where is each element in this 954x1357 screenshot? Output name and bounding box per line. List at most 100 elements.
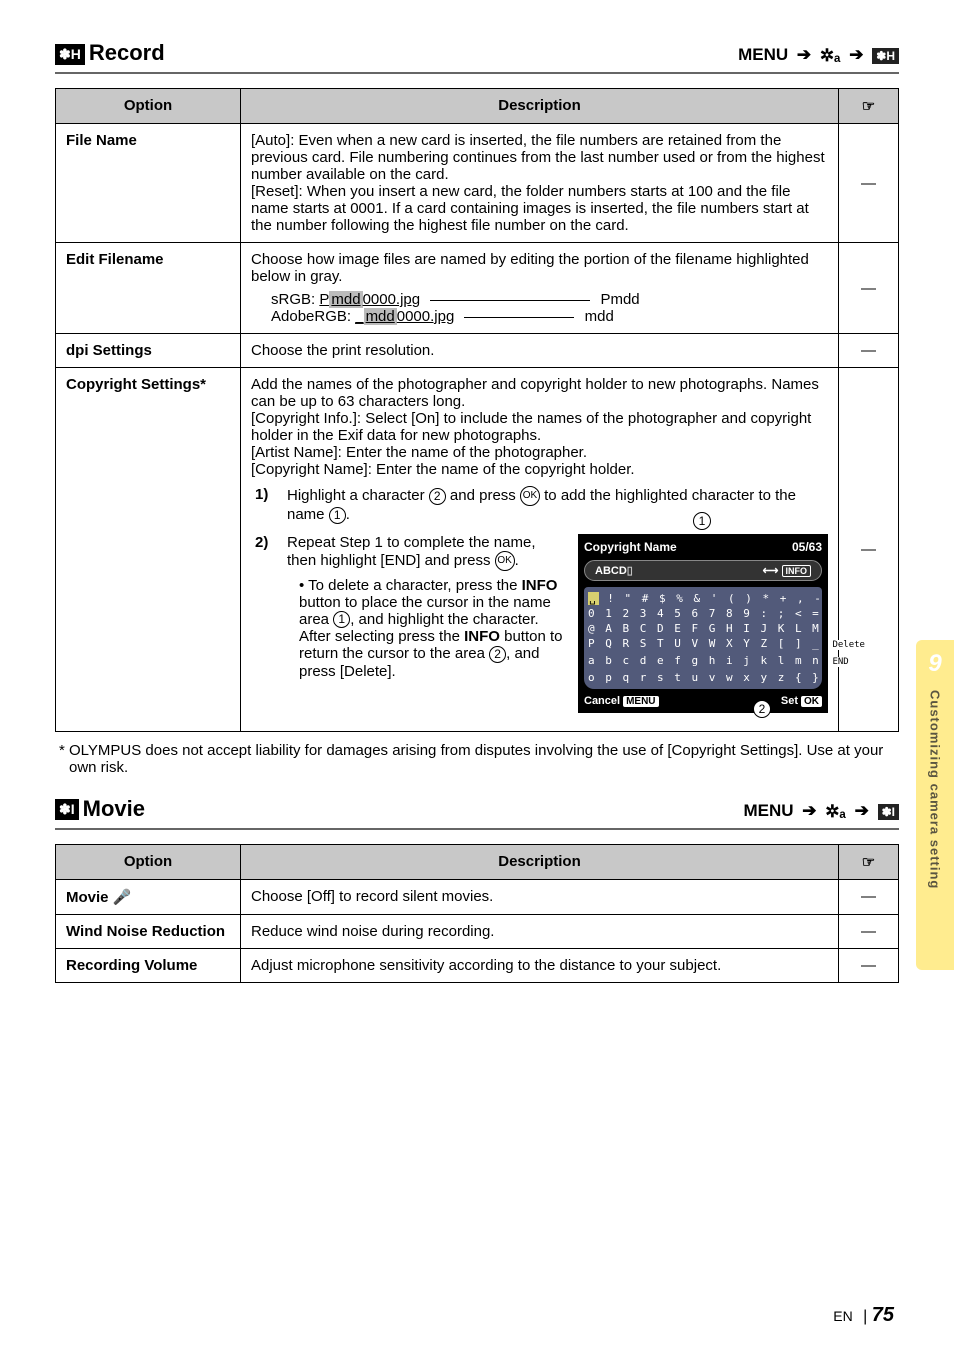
description-cell: Add the names of the photographer and co… [241, 368, 839, 732]
header-option: Option [56, 844, 241, 879]
divider [55, 72, 899, 74]
header-option: Option [56, 89, 241, 124]
header-ref: ☞ [839, 844, 899, 879]
connector [430, 300, 590, 301]
footnote: * OLYMPUS does not accept liability for … [59, 742, 899, 776]
callout-2: 2 [753, 700, 771, 718]
gear-icon: ✲ₐ [825, 802, 846, 822]
description-cell: [Auto]: Even when a new card is inserted… [241, 124, 839, 243]
srgb-prefix: P [319, 291, 329, 308]
ref-cell: — [839, 368, 899, 732]
screen-set: SetOK [781, 695, 822, 707]
description-cell: Choose [Off] to record silent movies. [241, 879, 839, 914]
footer: EN | 75 [833, 1304, 894, 1327]
movie-icon: ✽I [55, 799, 79, 820]
step2-text-col: Repeat Step 1 to complete the name, then… [287, 534, 566, 713]
ref-cell: — [839, 124, 899, 243]
screen-wrapper: 1 Copyright Name 05/63 ABCD▯ ⟷ INFO [578, 534, 828, 713]
step2-body: Repeat Step 1 to complete the name, then… [287, 534, 828, 713]
menu-text: MENU [738, 45, 788, 64]
footer-divider: | [863, 1308, 872, 1325]
adobe-mid: mdd [364, 308, 397, 325]
ref-cell: — [839, 243, 899, 334]
ref-cell: — [839, 914, 899, 948]
callout-1: 1 [693, 512, 711, 530]
side-tab-number: 9 [928, 650, 941, 678]
option-cell: File Name [56, 124, 241, 243]
table-row: Recording Volume Adjust microphone sensi… [56, 948, 899, 982]
screen-counter: 05/63 [792, 540, 822, 554]
arrow-icon: ➔ [802, 801, 816, 821]
description-cell: Choose how image files are named by edit… [241, 243, 839, 334]
step1-text: Highlight a character 2 and press OK to … [287, 486, 828, 524]
step-1: 1) Highlight a character 2 and press OK … [255, 486, 828, 524]
screen-title-row: Copyright Name 05/63 [584, 540, 822, 554]
screen-title: Copyright Name [584, 540, 677, 554]
step2-bullet: To delete a character, press the INFO bu… [299, 577, 566, 680]
copyright-intro: Add the names of the photographer and co… [251, 376, 828, 478]
step-list: 1) Highlight a character 2 and press OK … [255, 486, 828, 713]
adobe-prefix: _ [355, 308, 363, 325]
step2-bullets: To delete a character, press the INFO bu… [287, 577, 566, 680]
option-cell: Wind Noise Reduction [56, 914, 241, 948]
record-menu-path: MENU ➔ ✲ₐ ➔ ✽H [738, 45, 899, 66]
table-row: Wind Noise Reduction Reduce wind noise d… [56, 914, 899, 948]
footer-page: 75 [872, 1304, 894, 1326]
delete-tag: Delete [829, 640, 868, 650]
callout-1-inline: 1 [333, 611, 350, 628]
movie-table: Option Description ☞ Movie 🎤 Choose [Off… [55, 844, 899, 983]
srgb-suffix: 0000.jpg [363, 291, 421, 308]
movie-menu-path: MENU ➔ ✲ₐ ➔ ✽I [743, 801, 899, 822]
srgb-label: sRGB: [271, 291, 315, 308]
callout-2-inline: 2 [429, 488, 446, 505]
info-badge: INFO [782, 565, 812, 577]
set-text: Set [781, 695, 798, 707]
option-cell: Movie 🎤 [56, 879, 241, 914]
side-tab-text: Customizing camera setting [928, 690, 943, 889]
header-description: Description [241, 844, 839, 879]
movie-path-icon: ✽I [878, 804, 899, 820]
entered-chars: ABCD [595, 565, 627, 577]
end-tag: END [829, 657, 851, 667]
adobe-filename: _mdd0000.jpg [355, 308, 454, 325]
record-table: Option Description ☞ File Name [Auto]: E… [55, 88, 899, 732]
screen-bottom: CancelMENU SetOK [584, 695, 822, 707]
connector [464, 317, 574, 318]
arrow-icon: ➔ [849, 45, 863, 65]
arrow-icon: ➔ [797, 45, 811, 65]
option-cell: dpi Settings [56, 334, 241, 368]
table-row: Copyright Settings* Add the names of the… [56, 368, 899, 732]
entered-text: ABCD▯ [595, 564, 633, 577]
step2-num: 2) [255, 534, 277, 713]
table-header-row: Option Description ☞ [56, 844, 899, 879]
description-cell: Choose the print resolution. [241, 334, 839, 368]
edit-intro: Choose how image files are named by edit… [251, 251, 828, 285]
movie-heading: ✽IMovie [55, 796, 145, 822]
adobe-row: AdobeRGB: _mdd0000.jpg mdd [271, 308, 828, 325]
header-ref: ☞ [839, 89, 899, 124]
option-cell: Edit Filename [56, 243, 241, 334]
option-cell: Copyright Settings* [56, 368, 241, 732]
description-cell: Reduce wind noise during recording. [241, 914, 839, 948]
adobe-suffix: 0000.jpg [397, 308, 455, 325]
step-2: 2) Repeat Step 1 to complete the name, t… [255, 534, 828, 713]
step1-num: 1) [255, 486, 277, 524]
ref-cell: — [839, 879, 899, 914]
filename-examples: sRGB: Pmdd0000.jpg Pmdd AdobeRGB: _mdd00… [251, 291, 828, 325]
menu-text: MENU [743, 801, 793, 820]
table-row: Movie 🎤 Choose [Off] to record silent mo… [56, 879, 899, 914]
info-badge-group: ⟷ INFO [763, 564, 811, 577]
side-tab: 9 Customizing camera setting [916, 640, 954, 970]
copyright-screen: Copyright Name 05/63 ABCD▯ ⟷ INFO ␣ ! " … [578, 534, 828, 713]
header-description: Description [241, 89, 839, 124]
ok-button-icon: OK [495, 551, 515, 571]
table-row: File Name [Auto]: Even when a new card i… [56, 124, 899, 243]
srgb-mid: mdd [329, 291, 362, 308]
srgb-filename: Pmdd0000.jpg [319, 291, 420, 308]
record-title: Record [89, 40, 165, 65]
adobe-label: AdobeRGB: [271, 308, 351, 325]
arrow-icon: ➔ [855, 801, 869, 821]
option-cell: Recording Volume [56, 948, 241, 982]
record-heading: ✽HRecord [55, 40, 165, 66]
adobe-right: mdd [585, 308, 614, 325]
